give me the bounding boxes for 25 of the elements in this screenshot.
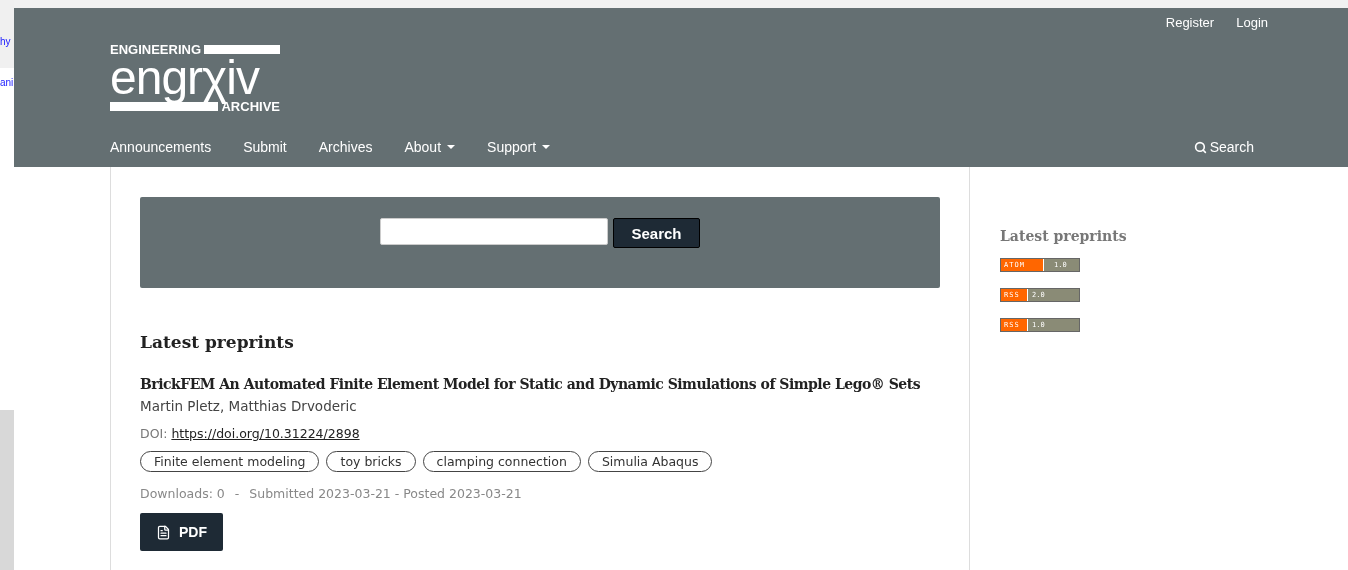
section-heading: Latest preprints bbox=[140, 332, 295, 352]
preprint-title[interactable]: BrickFEM An Automated Finite Element Model for Static and Dynamic Simulations of Simple Lego® Sets bbox=[140, 374, 940, 394]
downloads-count: Downloads: 0 bbox=[140, 486, 225, 501]
nav-link[interactable]: About bbox=[404, 139, 456, 155]
search-link[interactable]: Search bbox=[1193, 139, 1254, 155]
separator-text: - bbox=[234, 486, 240, 501]
nav-link[interactable]: Support bbox=[487, 139, 551, 155]
user-link[interactable]: Register bbox=[1165, 15, 1215, 30]
sidebar-heading: Latest preprints bbox=[1000, 228, 1127, 244]
preprint-authors: Martin Pletz, Matthias Drvoderic bbox=[140, 398, 358, 414]
search-icon bbox=[1193, 140, 1207, 154]
doi-link[interactable]: https://doi.org/10.31224/2898 bbox=[171, 426, 360, 441]
nav-link[interactable]: Submit bbox=[243, 139, 287, 155]
pdf-button[interactable]: PDF bbox=[140, 513, 223, 551]
background-text: ani bbox=[0, 77, 14, 88]
background-text: hy bbox=[0, 36, 12, 47]
document-icon bbox=[156, 524, 171, 540]
user-link[interactable]: Login bbox=[1236, 15, 1268, 30]
preprint-dates: Submitted 2023-03-21 - Posted 2023-03-21 bbox=[249, 486, 522, 501]
search-button[interactable]: Search bbox=[613, 218, 700, 248]
search-field[interactable] bbox=[380, 218, 609, 245]
doi-label: DOI: bbox=[140, 426, 168, 441]
nav-link[interactable]: Announcements bbox=[110, 139, 212, 155]
nav-link[interactable]: Archives bbox=[318, 139, 373, 155]
logo-text: ENGINEERING bbox=[110, 43, 201, 56]
